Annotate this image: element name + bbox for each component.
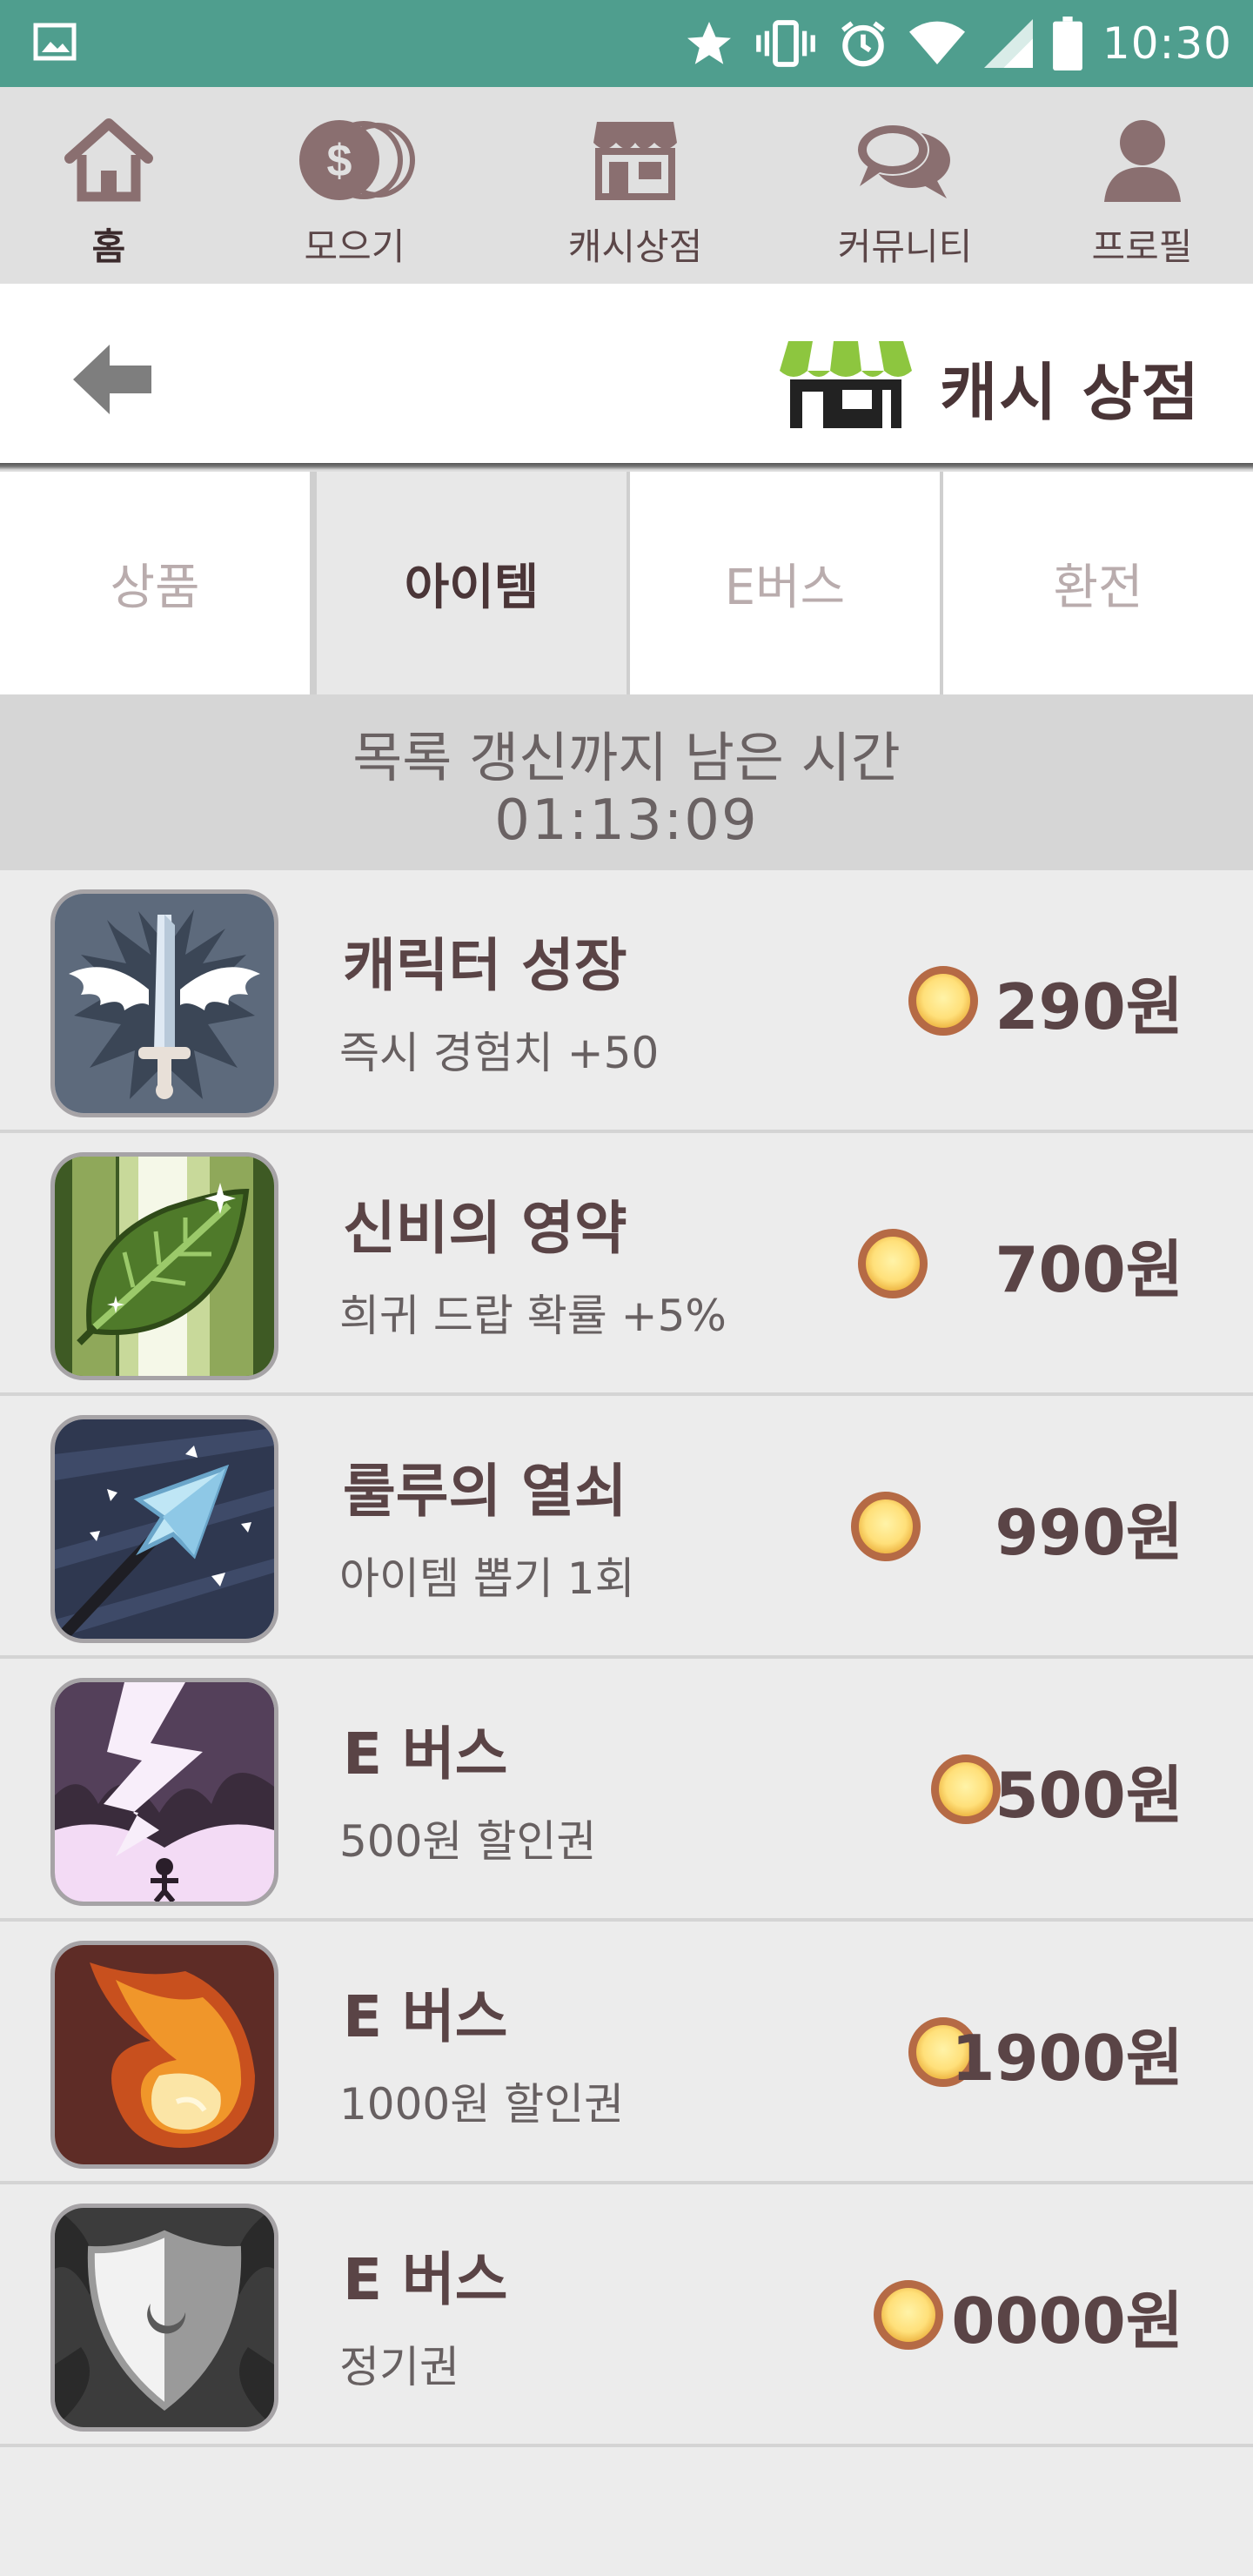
chat-icon [856, 124, 950, 198]
shop-icon [780, 341, 912, 428]
back-arrow-icon[interactable] [70, 336, 157, 423]
status-bar: 10:30 [0, 0, 1253, 87]
item-description: 희귀 드랍 확률 +5% [339, 1291, 727, 1341]
list-item[interactable]: E 버스 1000원 할인권 1900원 [0, 1922, 1253, 2184]
vibrate-icon [756, 20, 815, 67]
store-icon [593, 122, 677, 200]
page-header: 캐시 상점 [0, 284, 1253, 466]
image-icon [33, 23, 77, 61]
nav-collect[interactable]: $ 모으기 [218, 87, 492, 284]
coin-icon [931, 1754, 1001, 1824]
clock-time: 10:30 [1102, 18, 1232, 69]
item-name: E 버스 [343, 1721, 508, 1788]
refresh-timer: 목록 갱신까지 남은 시간 01:13:09 [0, 694, 1253, 870]
fire-icon [50, 1941, 278, 2169]
item-description: 아이템 뽑기 1회 [339, 1553, 635, 1604]
tab-items[interactable]: 아이템 [313, 472, 630, 694]
coins-icon: $ [298, 120, 415, 200]
nav-home[interactable]: 홈 [0, 87, 218, 284]
list-item[interactable]: 캐릭터 성장 즉시 경험치 +50 290원 [0, 870, 1253, 1133]
battery-icon [1052, 17, 1082, 70]
coin-icon [874, 2280, 943, 2350]
list-item[interactable]: E 버스 500원 할인권 500원 [0, 1659, 1253, 1922]
item-description: 500원 할인권 [339, 1816, 597, 1867]
star-icon [687, 22, 731, 64]
nav-cash-shop-label: 캐시상점 [567, 225, 703, 268]
timer-value: 01:13:09 [494, 788, 759, 853]
item-description: 정기권 [339, 2342, 459, 2392]
tab-ebus[interactable]: E버스 [630, 472, 943, 694]
item-description: 즉시 경험치 +50 [339, 1028, 660, 1078]
coin-icon [908, 966, 978, 1036]
home-icon [64, 118, 153, 202]
winged-sword-icon [50, 889, 278, 1117]
timer-label: 목록 갱신까지 남은 시간 [352, 726, 901, 789]
shield-icon [50, 2204, 278, 2432]
item-name: 신비의 영약 [343, 1195, 627, 1262]
item-name: 룰루의 열쇠 [343, 1458, 627, 1525]
page-title: 캐시 상점 [940, 356, 1202, 429]
nav-collect-label: 모으기 [304, 225, 405, 268]
wifi-icon [908, 21, 965, 65]
svg-text:$: $ [326, 136, 352, 186]
nav-community-label: 커뮤니티 [837, 225, 973, 268]
category-tabs: 상품 아이템 E버스 환전 [0, 472, 1253, 694]
item-name: 캐릭터 성장 [343, 932, 627, 999]
coin-icon [851, 1492, 921, 1561]
nav-cash-shop[interactable]: 캐시상점 [492, 87, 779, 284]
list-item[interactable]: E 버스 정기권 0000원 [0, 2184, 1253, 2447]
coin-icon [858, 1229, 928, 1298]
item-list: 캐릭터 성장 즉시 경험치 +50 290원 신비의 영약 희귀 드랍 확률 +… [0, 870, 1253, 2447]
list-item[interactable]: 신비의 영약 희귀 드랍 확률 +5% 700원 [0, 1133, 1253, 1396]
nav-profile[interactable]: 프로필 [1031, 87, 1253, 284]
item-price: 1900원 [951, 2022, 1183, 2095]
leaf-icon [50, 1152, 278, 1380]
tab-products[interactable]: 상품 [0, 472, 313, 694]
nav-community[interactable]: 커뮤니티 [779, 87, 1031, 284]
nav-profile-label: 프로필 [1091, 225, 1193, 268]
top-navigation: 홈 $ 모으기 캐시상점 커뮤니티 프로필 [0, 87, 1253, 284]
profile-icon [1103, 120, 1181, 202]
item-price: 290원 [995, 970, 1183, 1043]
alarm-icon [841, 21, 885, 67]
arrow-icon [50, 1415, 278, 1643]
list-item[interactable]: 룰루의 열쇠 아이템 뽑기 1회 990원 [0, 1396, 1253, 1659]
item-name: E 버스 [343, 2246, 508, 2313]
lightning-icon [50, 1678, 278, 1906]
item-price: 500원 [995, 1759, 1183, 1832]
tab-exchange[interactable]: 환전 [943, 472, 1253, 694]
item-name: E 버스 [343, 1983, 508, 2050]
item-description: 1000원 할인권 [339, 2079, 625, 2130]
nav-home-label: 홈 [91, 225, 126, 268]
item-price: 0000원 [951, 2284, 1183, 2358]
item-price: 990원 [995, 1496, 1183, 1569]
item-price: 700원 [995, 1233, 1183, 1306]
signal-icon [983, 19, 1033, 68]
